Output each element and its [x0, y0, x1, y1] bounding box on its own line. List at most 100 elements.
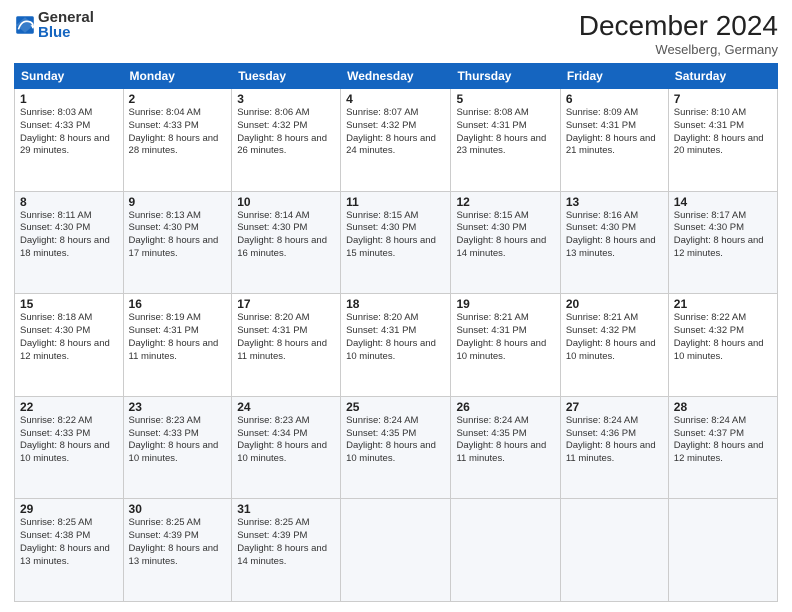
day-info: Sunrise: 8:04 AMSunset: 4:33 PMDaylight:… [129, 107, 227, 158]
day-info: Sunrise: 8:21 AMSunset: 4:31 PMDaylight:… [456, 312, 554, 363]
header: General Blue December 2024 Weselberg, Ge… [14, 10, 778, 57]
day-info: Sunrise: 8:24 AMSunset: 4:35 PMDaylight:… [456, 415, 554, 466]
day-header-thursday: Thursday [451, 64, 560, 89]
day-number: 1 [20, 92, 118, 106]
calendar-cell: 30Sunrise: 8:25 AMSunset: 4:39 PMDayligh… [123, 499, 232, 602]
calendar-cell: 20Sunrise: 8:21 AMSunset: 4:32 PMDayligh… [560, 294, 668, 397]
day-number: 2 [129, 92, 227, 106]
day-info: Sunrise: 8:15 AMSunset: 4:30 PMDaylight:… [456, 210, 554, 261]
calendar-cell: 18Sunrise: 8:20 AMSunset: 4:31 PMDayligh… [341, 294, 451, 397]
calendar-cell: 3Sunrise: 8:06 AMSunset: 4:32 PMDaylight… [232, 89, 341, 192]
day-info: Sunrise: 8:13 AMSunset: 4:30 PMDaylight:… [129, 210, 227, 261]
day-header-saturday: Saturday [668, 64, 777, 89]
calendar-cell [341, 499, 451, 602]
calendar-cell: 24Sunrise: 8:23 AMSunset: 4:34 PMDayligh… [232, 396, 341, 499]
week-row-3: 15Sunrise: 8:18 AMSunset: 4:30 PMDayligh… [15, 294, 778, 397]
day-info: Sunrise: 8:16 AMSunset: 4:30 PMDaylight:… [566, 210, 663, 261]
calendar-cell: 2Sunrise: 8:04 AMSunset: 4:33 PMDaylight… [123, 89, 232, 192]
day-number: 3 [237, 92, 335, 106]
day-info: Sunrise: 8:20 AMSunset: 4:31 PMDaylight:… [237, 312, 335, 363]
calendar-header-row: SundayMondayTuesdayWednesdayThursdayFrid… [15, 64, 778, 89]
day-info: Sunrise: 8:22 AMSunset: 4:32 PMDaylight:… [674, 312, 772, 363]
calendar-cell [451, 499, 560, 602]
day-number: 11 [346, 195, 445, 209]
day-number: 30 [129, 502, 227, 516]
calendar-cell: 14Sunrise: 8:17 AMSunset: 4:30 PMDayligh… [668, 191, 777, 294]
day-number: 24 [237, 400, 335, 414]
day-number: 19 [456, 297, 554, 311]
week-row-5: 29Sunrise: 8:25 AMSunset: 4:38 PMDayligh… [15, 499, 778, 602]
calendar-cell: 12Sunrise: 8:15 AMSunset: 4:30 PMDayligh… [451, 191, 560, 294]
week-row-4: 22Sunrise: 8:22 AMSunset: 4:33 PMDayligh… [15, 396, 778, 499]
calendar-cell: 6Sunrise: 8:09 AMSunset: 4:31 PMDaylight… [560, 89, 668, 192]
day-header-wednesday: Wednesday [341, 64, 451, 89]
day-number: 26 [456, 400, 554, 414]
day-info: Sunrise: 8:11 AMSunset: 4:30 PMDaylight:… [20, 210, 118, 261]
day-number: 16 [129, 297, 227, 311]
day-info: Sunrise: 8:09 AMSunset: 4:31 PMDaylight:… [566, 107, 663, 158]
day-number: 8 [20, 195, 118, 209]
day-info: Sunrise: 8:25 AMSunset: 4:39 PMDaylight:… [129, 517, 227, 568]
day-header-friday: Friday [560, 64, 668, 89]
day-number: 25 [346, 400, 445, 414]
calendar-cell: 31Sunrise: 8:25 AMSunset: 4:39 PMDayligh… [232, 499, 341, 602]
day-info: Sunrise: 8:23 AMSunset: 4:34 PMDaylight:… [237, 415, 335, 466]
day-info: Sunrise: 8:14 AMSunset: 4:30 PMDaylight:… [237, 210, 335, 261]
day-number: 17 [237, 297, 335, 311]
day-info: Sunrise: 8:03 AMSunset: 4:33 PMDaylight:… [20, 107, 118, 158]
day-number: 4 [346, 92, 445, 106]
calendar-cell: 13Sunrise: 8:16 AMSunset: 4:30 PMDayligh… [560, 191, 668, 294]
logo-general-text: General [38, 10, 94, 25]
calendar-cell: 23Sunrise: 8:23 AMSunset: 4:33 PMDayligh… [123, 396, 232, 499]
day-number: 15 [20, 297, 118, 311]
calendar-cell [668, 499, 777, 602]
calendar-cell: 29Sunrise: 8:25 AMSunset: 4:38 PMDayligh… [15, 499, 124, 602]
calendar-cell: 8Sunrise: 8:11 AMSunset: 4:30 PMDaylight… [15, 191, 124, 294]
day-header-tuesday: Tuesday [232, 64, 341, 89]
month-title: December 2024 [579, 10, 778, 42]
week-row-2: 8Sunrise: 8:11 AMSunset: 4:30 PMDaylight… [15, 191, 778, 294]
day-info: Sunrise: 8:17 AMSunset: 4:30 PMDaylight:… [674, 210, 772, 261]
calendar-cell: 25Sunrise: 8:24 AMSunset: 4:35 PMDayligh… [341, 396, 451, 499]
logo-text: General Blue [38, 10, 94, 40]
day-info: Sunrise: 8:07 AMSunset: 4:32 PMDaylight:… [346, 107, 445, 158]
calendar-cell: 5Sunrise: 8:08 AMSunset: 4:31 PMDaylight… [451, 89, 560, 192]
logo: General Blue [14, 10, 94, 40]
calendar-cell: 11Sunrise: 8:15 AMSunset: 4:30 PMDayligh… [341, 191, 451, 294]
calendar-cell [560, 499, 668, 602]
day-number: 9 [129, 195, 227, 209]
page: General Blue December 2024 Weselberg, Ge… [0, 0, 792, 612]
calendar-cell: 27Sunrise: 8:24 AMSunset: 4:36 PMDayligh… [560, 396, 668, 499]
day-number: 29 [20, 502, 118, 516]
calendar-cell: 9Sunrise: 8:13 AMSunset: 4:30 PMDaylight… [123, 191, 232, 294]
day-number: 28 [674, 400, 772, 414]
day-header-monday: Monday [123, 64, 232, 89]
day-number: 14 [674, 195, 772, 209]
day-number: 27 [566, 400, 663, 414]
day-info: Sunrise: 8:25 AMSunset: 4:39 PMDaylight:… [237, 517, 335, 568]
day-number: 22 [20, 400, 118, 414]
calendar-cell: 26Sunrise: 8:24 AMSunset: 4:35 PMDayligh… [451, 396, 560, 499]
day-number: 10 [237, 195, 335, 209]
day-number: 6 [566, 92, 663, 106]
logo-blue-text: Blue [38, 25, 94, 40]
day-info: Sunrise: 8:25 AMSunset: 4:38 PMDaylight:… [20, 517, 118, 568]
calendar-cell: 4Sunrise: 8:07 AMSunset: 4:32 PMDaylight… [341, 89, 451, 192]
day-info: Sunrise: 8:10 AMSunset: 4:31 PMDaylight:… [674, 107, 772, 158]
day-info: Sunrise: 8:18 AMSunset: 4:30 PMDaylight:… [20, 312, 118, 363]
day-info: Sunrise: 8:15 AMSunset: 4:30 PMDaylight:… [346, 210, 445, 261]
day-number: 13 [566, 195, 663, 209]
day-number: 31 [237, 502, 335, 516]
calendar-cell: 10Sunrise: 8:14 AMSunset: 4:30 PMDayligh… [232, 191, 341, 294]
calendar-cell: 15Sunrise: 8:18 AMSunset: 4:30 PMDayligh… [15, 294, 124, 397]
calendar-cell: 22Sunrise: 8:22 AMSunset: 4:33 PMDayligh… [15, 396, 124, 499]
logo-icon [14, 14, 36, 36]
day-number: 21 [674, 297, 772, 311]
calendar-cell: 7Sunrise: 8:10 AMSunset: 4:31 PMDaylight… [668, 89, 777, 192]
day-number: 12 [456, 195, 554, 209]
day-info: Sunrise: 8:06 AMSunset: 4:32 PMDaylight:… [237, 107, 335, 158]
calendar-cell: 17Sunrise: 8:20 AMSunset: 4:31 PMDayligh… [232, 294, 341, 397]
title-block: December 2024 Weselberg, Germany [579, 10, 778, 57]
day-info: Sunrise: 8:24 AMSunset: 4:37 PMDaylight:… [674, 415, 772, 466]
day-number: 5 [456, 92, 554, 106]
